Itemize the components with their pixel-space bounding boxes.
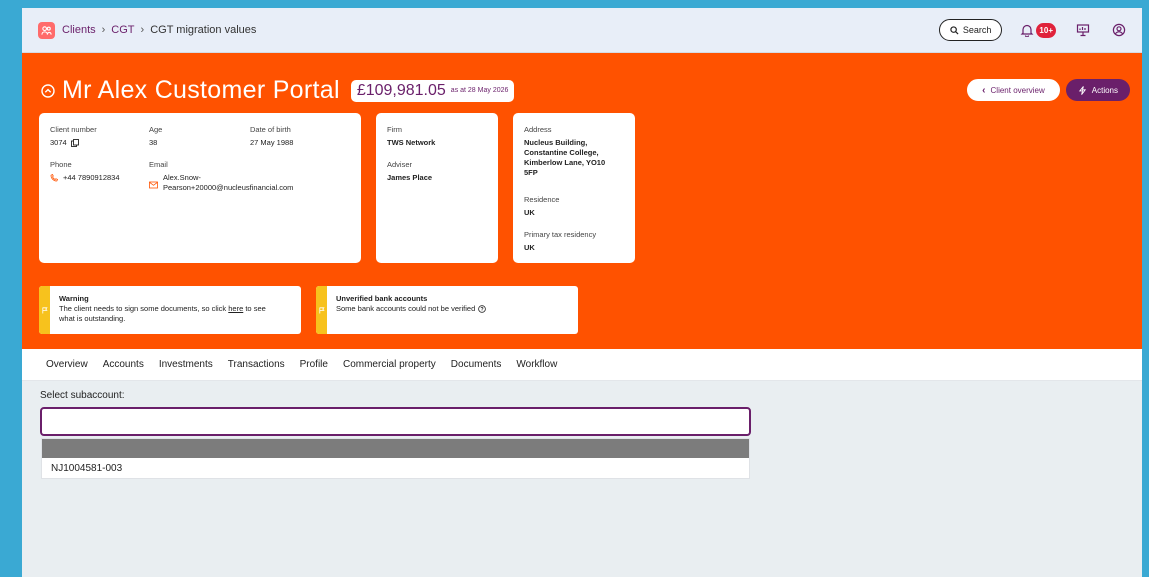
subaccount-label: Select subaccount:	[40, 390, 125, 401]
client-number: 3074	[50, 138, 67, 147]
portfolio-value: £109,981.05 as at 28 May 2026	[350, 79, 515, 102]
warning-alert: Warning The client needs to sign some do…	[39, 286, 301, 334]
tab-transactions[interactable]: Transactions	[228, 359, 285, 370]
search-button[interactable]: Search	[938, 19, 1003, 41]
user-circle-icon	[1112, 23, 1126, 37]
residence-value: UK	[524, 208, 535, 217]
warning-text-end: to see	[243, 304, 266, 313]
age-value: 38	[149, 138, 158, 147]
actions-label: Actions	[1091, 85, 1118, 95]
subaccount-section: Select subaccount: NJ1004581-003	[22, 381, 1142, 488]
personal-details-card: Client number 3074 Age 38 Date of birth …	[39, 113, 361, 263]
tax-residency-value: UK	[524, 243, 535, 252]
breadcrumb-current: CGT migration values	[150, 24, 257, 36]
clients-icon	[38, 21, 55, 39]
chevron-left-icon: ‹	[982, 84, 986, 96]
phone-icon	[50, 173, 58, 181]
actions-button[interactable]: Actions	[1065, 79, 1130, 101]
residence-label: Residence	[524, 195, 560, 204]
bank-accounts-alert: Unverified bank accounts Some bank accou…	[316, 286, 578, 334]
dob-label: Date of birth	[250, 125, 291, 134]
firm-value: TWS Network	[387, 138, 436, 147]
collapse-icon[interactable]	[40, 83, 56, 99]
address-line-1: Nucleus Building,	[524, 138, 588, 147]
email-value[interactable]: Alex.Snow- Pearson+20000@nucleusfinancia…	[163, 173, 293, 193]
subaccount-dropdown: NJ1004581-003	[41, 438, 750, 479]
presentation-button[interactable]	[1074, 21, 1092, 39]
firm-card: Firm TWS Network Adviser James Place	[376, 113, 498, 263]
bell-icon	[1020, 24, 1034, 37]
help-icon[interactable]	[478, 305, 487, 313]
warning-title: Warning	[59, 294, 89, 303]
firm-label: Firm	[387, 125, 402, 134]
phone-label: Phone	[50, 160, 72, 169]
tab-documents[interactable]: Documents	[451, 359, 502, 370]
chevron-right-icon: ›	[101, 24, 106, 36]
adviser-label: Adviser	[387, 160, 413, 169]
app-frame: Clients › CGT › CGT migration values Sea…	[22, 8, 1142, 577]
client-name: Mr Alex Customer Portal	[62, 76, 340, 104]
age-label: Age	[149, 125, 163, 134]
address-value: Nucleus Building, Constantine College, K…	[524, 138, 605, 178]
breadcrumb-cgt[interactable]: CGT	[111, 24, 134, 36]
dropdown-highlighted-option[interactable]	[42, 439, 749, 458]
presentation-icon	[1076, 24, 1090, 37]
breadcrumb: Clients › CGT › CGT migration values	[38, 21, 257, 39]
bank-flag-icon	[316, 286, 327, 334]
lightning-icon	[1078, 85, 1086, 95]
client-tabs: Overview Accounts Investments Transactio…	[22, 349, 1142, 381]
address-line-3: Kimberlow Lane, YO10	[524, 158, 606, 167]
portfolio-value-date: as at 28 May 2026	[450, 87, 509, 94]
copy-icon[interactable]	[70, 138, 79, 147]
tab-overview[interactable]: Overview	[46, 359, 88, 370]
notification-badge: 10+	[1036, 22, 1056, 38]
warning-here-link[interactable]: here	[228, 304, 243, 313]
tab-investments[interactable]: Investments	[159, 359, 213, 370]
tab-workflow[interactable]: Workflow	[516, 359, 557, 370]
account-button[interactable]	[1110, 21, 1128, 39]
email-line-1: Alex.Snow-	[163, 173, 201, 182]
search-label: Search	[962, 25, 992, 35]
notifications-button[interactable]: 10+	[1020, 22, 1056, 38]
warning-text-line-2: what is outstanding.	[59, 314, 126, 323]
portfolio-value-amount: £109,981.05	[356, 81, 446, 99]
client-header: Mr Alex Customer Portal £109,981.05 as a…	[22, 53, 1142, 349]
search-icon	[950, 25, 959, 35]
address-label: Address	[524, 125, 552, 134]
tab-commercial-property[interactable]: Commercial property	[343, 359, 436, 370]
tab-accounts[interactable]: Accounts	[103, 359, 144, 370]
phone-value[interactable]: +44 7890912834	[63, 173, 120, 182]
email-line-2: Pearson+20000@nucleusfinancial.com	[163, 183, 294, 192]
mail-icon	[149, 181, 158, 189]
address-line-4: 5FP	[524, 168, 538, 177]
tab-profile[interactable]: Profile	[300, 359, 328, 370]
warning-flag-icon	[39, 286, 50, 334]
client-number-label: Client number	[50, 125, 97, 134]
dob-value: 27 May 1988	[250, 138, 294, 147]
email-label: Email	[149, 160, 168, 169]
address-line-2: Constantine College,	[524, 148, 599, 157]
bank-alert-text: Some bank accounts could not be verified	[336, 304, 476, 313]
breadcrumb-clients[interactable]: Clients	[62, 24, 96, 36]
address-card: Address Nucleus Building, Constantine Co…	[513, 113, 635, 263]
client-overview-label: Client overview	[990, 85, 1045, 95]
top-bar: Clients › CGT › CGT migration values Sea…	[22, 8, 1142, 53]
client-overview-button[interactable]: ‹ Client overview	[967, 79, 1060, 101]
bank-alert-title: Unverified bank accounts	[336, 294, 428, 303]
warning-text: The client needs to sign some documents,…	[59, 304, 229, 313]
tax-residency-label: Primary tax residency	[524, 230, 597, 239]
adviser-value: James Place	[387, 173, 433, 182]
subaccount-option[interactable]: NJ1004581-003	[42, 458, 749, 478]
subaccount-select-input[interactable]	[40, 407, 751, 436]
chevron-right-icon: ›	[140, 24, 145, 36]
